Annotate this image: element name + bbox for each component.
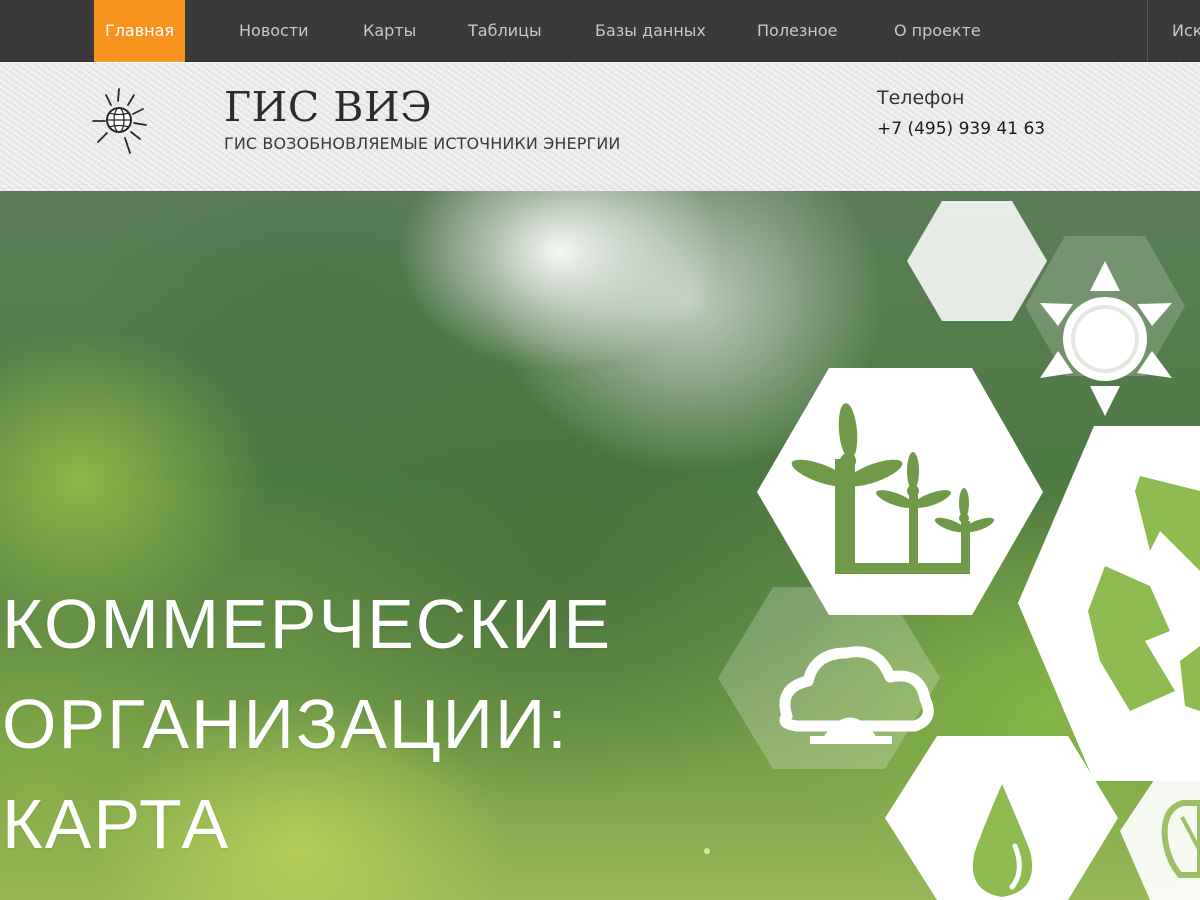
hex-tile-top (907, 201, 1047, 321)
site-subtitle: ГИС ВОЗОБНОВЛЯЕМЫЕ ИСТОЧНИКИ ЭНЕРГИИ (224, 134, 621, 153)
phone-number: +7 (495) 939 41 63 (877, 119, 1046, 139)
nav-item-about[interactable]: О проекте (894, 0, 981, 62)
hero-title-line-3: КАРТА (2, 785, 231, 863)
nav-search[interactable]: Искать (1147, 0, 1200, 62)
nav-item-home[interactable]: Главная (94, 0, 185, 62)
hex-tile-wind (757, 368, 1043, 615)
nav-item-maps[interactable]: Карты (363, 0, 416, 62)
hero-title-line-1: КОММЕРЧЕСКИЕ (2, 585, 613, 663)
nav-item-tables[interactable]: Таблицы (468, 0, 542, 62)
hero-title: КОММЕРЧЕСКИЕ ОРГАНИЗАЦИИ: КАРТА (2, 574, 762, 874)
nav-item-databases[interactable]: Базы данных (595, 0, 706, 62)
phone-label: Телефон (877, 87, 965, 109)
nav-search-label[interactable]: Искать (1172, 0, 1200, 62)
top-navigation: Главная Новости Карты Таблицы Базы данны… (0, 0, 1200, 62)
site-header: ГИС ВИЭ ГИС ВОЗОБНОВЛЯЕМЫЕ ИСТОЧНИКИ ЭНЕ… (0, 63, 1200, 191)
sun-globe-icon[interactable] (88, 87, 150, 155)
hero-banner[interactable]: КОММЕРЧЕСКИЕ ОРГАНИЗАЦИИ: КАРТА (0, 191, 1200, 900)
nav-item-useful[interactable]: Полезное (757, 0, 838, 62)
hex-tile-bulb (1120, 771, 1200, 900)
site-title[interactable]: ГИС ВИЭ (224, 83, 432, 131)
hero-title-line-2: ОРГАНИЗАЦИИ: (2, 685, 569, 763)
nav-item-news[interactable]: Новости (239, 0, 309, 62)
